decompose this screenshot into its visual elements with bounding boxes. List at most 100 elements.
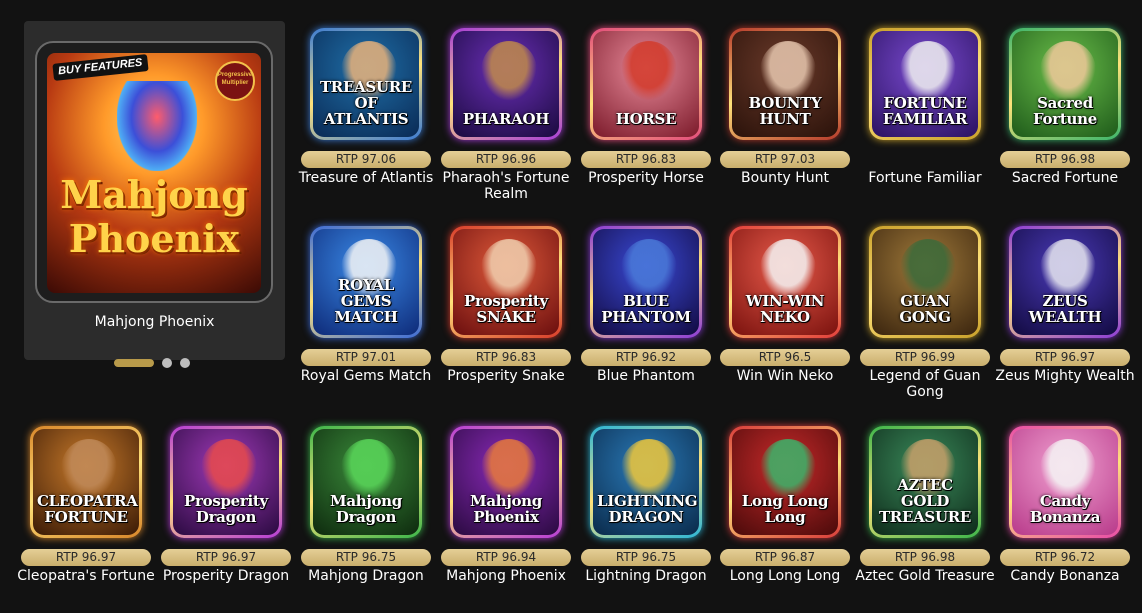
game-thumbnail[interactable]: Mahjong Phoenix — [453, 429, 559, 535]
game-logo-text: Prosperity Dragon — [184, 492, 268, 526]
game-logo-text: LIGHTNING DRAGON — [597, 492, 698, 526]
game-name[interactable]: Fortune Familiar — [854, 170, 996, 186]
game-tile[interactable]: BLUE PHANTOM — [590, 226, 702, 338]
game-logo-text: Mahjong Dragon — [330, 492, 402, 526]
game-logo-text: BOUNTY HUNT — [748, 94, 822, 128]
progressive-multiplier-badge: Progressive Multiplier — [215, 61, 255, 101]
rtp-badge: RTP 96.97 — [1000, 349, 1130, 366]
rtp-badge: RTP 96.97 — [161, 549, 291, 566]
game-name[interactable]: Pharaoh's Fortune Realm — [435, 170, 577, 202]
game-tile[interactable]: PHARAOH — [450, 28, 562, 140]
game-character-icon — [621, 41, 677, 101]
game-tile[interactable]: Mahjong Phoenix — [450, 426, 562, 538]
featured-game-art[interactable]: BUY FEATURES Progressive Multiplier Mahj… — [47, 53, 261, 293]
game-thumbnail[interactable]: Prosperity Dragon — [173, 429, 279, 535]
game-thumbnail[interactable]: Candy Bonanza — [1012, 429, 1118, 535]
game-tile[interactable]: LIGHTNING DRAGON — [590, 426, 702, 538]
game-name[interactable]: Legend of Guan Gong — [854, 368, 996, 400]
game-name[interactable]: Zeus Mighty Wealth — [994, 368, 1136, 384]
game-name[interactable]: Long Long Long — [714, 568, 856, 584]
game-tile[interactable]: Mahjong Dragon — [310, 426, 422, 538]
game-character-icon — [621, 239, 677, 299]
game-tile[interactable]: AZTEC GOLD TREASURE — [869, 426, 981, 538]
rtp-badge: RTP 97.01 — [301, 349, 431, 366]
game-thumbnail[interactable]: GUAN GONG — [872, 229, 978, 335]
game-name[interactable]: Sacred Fortune — [994, 170, 1136, 186]
rtp-badge: RTP 96.99 — [860, 349, 990, 366]
rtp-badge: RTP 96.83 — [581, 151, 711, 168]
game-thumbnail[interactable]: Prosperity SNAKE — [453, 229, 559, 335]
game-character-icon — [201, 439, 257, 499]
game-tile[interactable]: TREASURE OF ATLANTIS — [310, 28, 422, 140]
game-tile[interactable]: WIN-WIN NEKO — [729, 226, 841, 338]
carousel-dot[interactable] — [162, 358, 172, 368]
game-name[interactable]: Blue Phantom — [575, 368, 717, 384]
rtp-badge: RTP 96.5 — [720, 349, 850, 366]
game-thumbnail[interactable]: BLUE PHANTOM — [593, 229, 699, 335]
featured-game-card[interactable]: BUY FEATURES Progressive Multiplier Mahj… — [24, 21, 285, 368]
game-thumbnail[interactable]: ZEUS WEALTH — [1012, 229, 1118, 335]
featured-game-frame[interactable]: BUY FEATURES Progressive Multiplier Mahj… — [35, 41, 273, 303]
game-logo-text: ROYAL GEMS MATCH — [334, 276, 398, 326]
game-name[interactable]: Cleopatra's Fortune — [15, 568, 157, 584]
game-thumbnail[interactable]: BOUNTY HUNT — [732, 31, 838, 137]
buy-features-badge: BUY FEATURES — [52, 54, 149, 81]
game-name[interactable]: Win Win Neko — [714, 368, 856, 384]
game-name[interactable]: Prosperity Horse — [575, 170, 717, 186]
game-name[interactable]: Candy Bonanza — [994, 568, 1136, 584]
game-logo-text: Sacred Fortune — [1033, 94, 1097, 128]
game-thumbnail[interactable]: HORSE — [593, 31, 699, 137]
game-character-icon — [760, 239, 816, 299]
rtp-badge: RTP 96.83 — [441, 349, 571, 366]
game-logo-text: Candy Bonanza — [1029, 492, 1101, 526]
game-thumbnail[interactable]: Long Long Long — [732, 429, 838, 535]
game-name[interactable]: Mahjong Phoenix — [435, 568, 577, 584]
game-character-icon — [621, 439, 677, 499]
game-tile[interactable]: GUAN GONG — [869, 226, 981, 338]
rtp-badge: RTP 97.03 — [720, 151, 850, 168]
game-character-icon — [760, 41, 816, 101]
game-name[interactable]: Mahjong Dragon — [295, 568, 437, 584]
game-thumbnail[interactable]: ROYAL GEMS MATCH — [313, 229, 419, 335]
game-character-icon — [1040, 239, 1096, 299]
game-thumbnail[interactable]: FORTUNE FAMILIAR — [872, 31, 978, 137]
game-logo-text: AZTEC GOLD TREASURE — [878, 476, 972, 526]
carousel-dot-active[interactable] — [114, 359, 154, 367]
game-character-icon — [341, 439, 397, 499]
game-thumbnail[interactable]: Mahjong Dragon — [313, 429, 419, 535]
game-tile[interactable]: Sacred Fortune — [1009, 28, 1121, 140]
game-tile[interactable]: HORSE — [590, 28, 702, 140]
featured-game-name[interactable]: Mahjong Phoenix — [24, 314, 285, 330]
game-name[interactable]: Treasure of Atlantis — [295, 170, 437, 186]
carousel-dot[interactable] — [180, 358, 190, 368]
rtp-badge: RTP 96.92 — [581, 349, 711, 366]
game-thumbnail[interactable]: LIGHTNING DRAGON — [593, 429, 699, 535]
game-thumbnail[interactable]: CLEOPATRA'S FORTUNE — [33, 429, 139, 535]
game-thumbnail[interactable]: TREASURE OF ATLANTIS — [313, 31, 419, 137]
game-name[interactable]: Bounty Hunt — [714, 170, 856, 186]
game-name[interactable]: Aztec Gold Treasure — [854, 568, 996, 584]
game-thumbnail[interactable]: WIN-WIN NEKO — [732, 229, 838, 335]
game-tile[interactable]: BOUNTY HUNT — [729, 28, 841, 140]
game-thumbnail[interactable]: PHARAOH — [453, 31, 559, 137]
game-tile[interactable]: Long Long Long — [729, 426, 841, 538]
game-thumbnail[interactable]: AZTEC GOLD TREASURE — [872, 429, 978, 535]
rtp-badge: RTP 96.75 — [301, 549, 431, 566]
game-thumbnail[interactable]: Sacred Fortune — [1012, 31, 1118, 137]
game-tile[interactable]: Prosperity Dragon — [170, 426, 282, 538]
game-name[interactable]: Prosperity Snake — [435, 368, 577, 384]
game-name[interactable]: Lightning Dragon — [575, 568, 717, 584]
game-tile[interactable]: CLEOPATRA'S FORTUNE — [30, 426, 142, 538]
game-logo-text: BLUE PHANTOM — [601, 292, 691, 326]
game-name[interactable]: Prosperity Dragon — [155, 568, 297, 584]
game-name[interactable]: Royal Gems Match — [295, 368, 437, 384]
game-tile[interactable]: ROYAL GEMS MATCH — [310, 226, 422, 338]
game-tile[interactable]: ZEUS WEALTH — [1009, 226, 1121, 338]
rtp-badge: RTP 96.75 — [581, 549, 711, 566]
game-tile[interactable]: Candy Bonanza — [1009, 426, 1121, 538]
game-tile[interactable]: Prosperity SNAKE — [450, 226, 562, 338]
game-character-icon — [61, 439, 117, 499]
game-character-icon — [481, 41, 537, 101]
game-tile[interactable]: FORTUNE FAMILIAR — [869, 28, 981, 140]
game-character-icon — [1040, 439, 1096, 499]
